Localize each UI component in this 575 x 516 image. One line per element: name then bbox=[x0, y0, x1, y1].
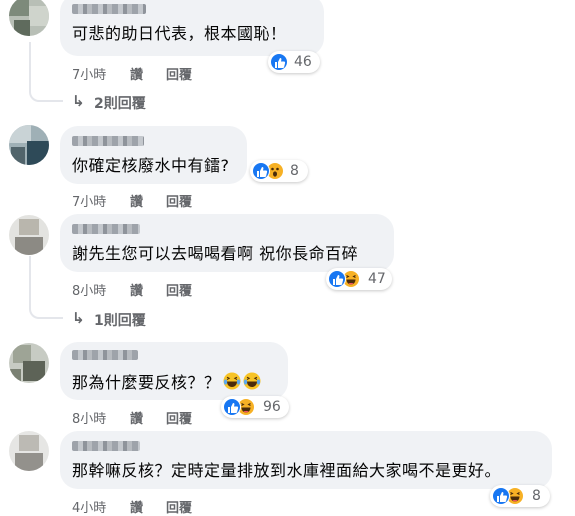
thread-line bbox=[29, 256, 63, 319]
comment-text: 你確定核廢水中有鐳? bbox=[72, 156, 230, 175]
avatar[interactable] bbox=[9, 125, 49, 165]
comment-meta: 8小時 讚 回覆 bbox=[72, 280, 272, 299]
thumbs-up-icon bbox=[492, 487, 510, 505]
like-button[interactable]: 讚 bbox=[130, 408, 143, 427]
avatar[interactable] bbox=[9, 431, 49, 471]
like-button[interactable]: 讚 bbox=[130, 280, 143, 299]
thumbs-up-icon bbox=[223, 398, 241, 416]
like-button[interactable]: 讚 bbox=[130, 191, 143, 210]
reaction-count: 8 bbox=[532, 488, 541, 504]
thread-line bbox=[29, 42, 63, 102]
reaction-summary[interactable]: 8 bbox=[250, 160, 308, 182]
reply-button[interactable]: 回覆 bbox=[166, 408, 192, 427]
comment-text: 那幹嘛反核？定時定量排放到水庫裡面給大家喝不是更好。 bbox=[72, 461, 502, 480]
commenter-name[interactable] bbox=[72, 136, 144, 146]
reply-button[interactable]: 回覆 bbox=[166, 497, 192, 516]
laughing-crying-emoji bbox=[243, 372, 261, 390]
timestamp[interactable]: 7小時 bbox=[72, 191, 106, 210]
timestamp[interactable]: 7小時 bbox=[72, 64, 106, 83]
reaction-count: 8 bbox=[290, 163, 299, 179]
comment-text: 可悲的助日代表，根本國恥！ bbox=[72, 24, 287, 43]
comment-meta: 4小時 讚 回覆 bbox=[72, 497, 272, 516]
comment-bubble: 那為什麼要反核？？ bbox=[60, 342, 288, 400]
view-replies-link[interactable]: ↳ 2則回覆 bbox=[72, 92, 192, 113]
comment-bubble: 那幹嘛反核？定時定量排放到水庫裡面給大家喝不是更好。 bbox=[60, 431, 552, 489]
thumbs-up-icon bbox=[252, 162, 270, 180]
timestamp[interactable]: 8小時 bbox=[72, 280, 106, 299]
reaction-summary[interactable]: 47 bbox=[326, 268, 392, 290]
comment-bubble: 謝先生您可以去喝喝看啊 祝你長命百碎 bbox=[60, 214, 394, 272]
like-button[interactable]: 讚 bbox=[130, 497, 143, 516]
laughing-crying-emoji bbox=[223, 372, 241, 390]
timestamp[interactable]: 8小時 bbox=[72, 408, 106, 427]
reaction-summary[interactable]: 8 bbox=[490, 485, 550, 507]
comment-text: 那為什麼要反核？？ bbox=[72, 372, 261, 393]
comment-text: 謝先生您可以去喝喝看啊 祝你長命百碎 bbox=[72, 244, 359, 263]
avatar[interactable] bbox=[9, 343, 49, 383]
commenter-name[interactable] bbox=[72, 4, 146, 14]
reaction-count: 46 bbox=[294, 54, 312, 70]
commenter-name[interactable] bbox=[72, 224, 140, 234]
thumbs-up-icon bbox=[328, 270, 346, 288]
avatar[interactable] bbox=[9, 0, 49, 36]
comment-bubble: 可悲的助日代表，根本國恥！ bbox=[60, 0, 324, 56]
reply-button[interactable]: 回覆 bbox=[166, 280, 192, 299]
comment-bubble: 你確定核廢水中有鐳? bbox=[60, 126, 247, 184]
comment-meta: 7小時 讚 回覆 bbox=[72, 64, 272, 83]
reply-arrow-icon: ↳ bbox=[72, 309, 85, 327]
view-replies-link[interactable]: ↳ 1則回覆 bbox=[72, 309, 192, 330]
commenter-name[interactable] bbox=[72, 350, 138, 360]
thumbs-up-icon bbox=[270, 53, 288, 71]
reaction-summary[interactable]: 46 bbox=[268, 51, 320, 73]
reaction-count: 47 bbox=[368, 271, 386, 287]
reply-arrow-icon: ↳ bbox=[72, 92, 85, 110]
comment-meta: 7小時 讚 回覆 bbox=[72, 191, 272, 210]
commenter-name[interactable] bbox=[72, 441, 140, 451]
avatar[interactable] bbox=[9, 215, 49, 255]
reply-button[interactable]: 回覆 bbox=[166, 191, 192, 210]
like-button[interactable]: 讚 bbox=[130, 64, 143, 83]
timestamp[interactable]: 4小時 bbox=[72, 497, 106, 516]
reply-button[interactable]: 回覆 bbox=[166, 64, 192, 83]
